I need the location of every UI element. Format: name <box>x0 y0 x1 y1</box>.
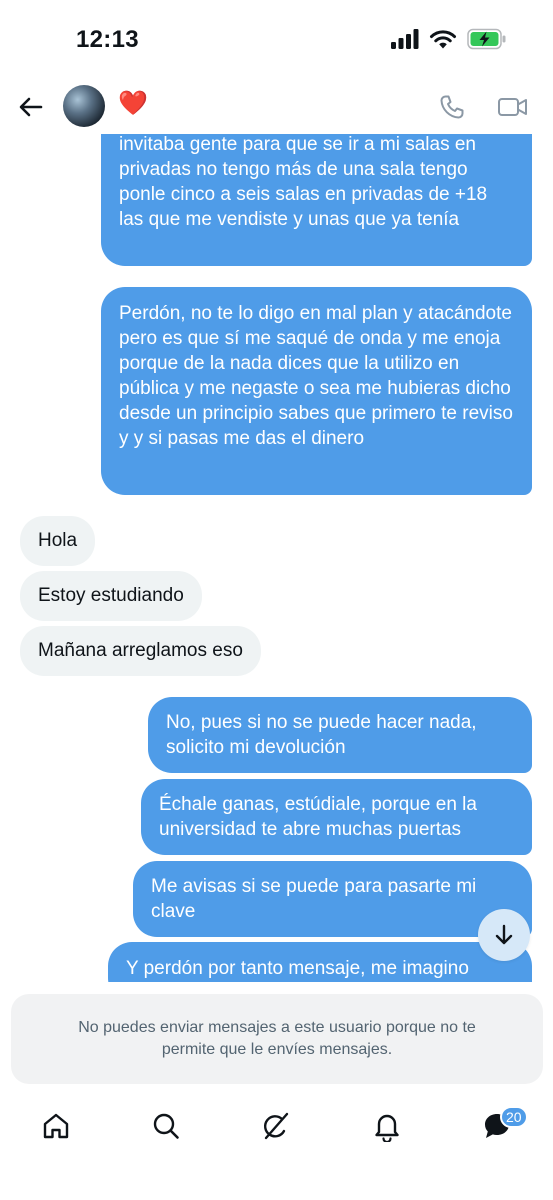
grok-icon <box>263 1112 289 1140</box>
notifications-icon <box>375 1114 399 1144</box>
cannot-message-notice: No puedes enviar mensajes a este usuario… <box>11 994 543 1084</box>
heart-emoji: ❤️ <box>118 90 148 117</box>
bottom-tab-bar: 20 <box>0 1100 553 1156</box>
home-icon <box>43 1113 69 1139</box>
battery-charging-icon <box>467 28 506 50</box>
back-arrow-icon <box>19 97 43 117</box>
phone-icon <box>440 95 464 119</box>
tab-notifications[interactable] <box>371 1110 403 1144</box>
chat-header: ❤️ <box>0 80 553 134</box>
search-icon <box>153 1113 179 1139</box>
message-bubble-outgoing[interactable]: Perdón, no te lo digo en mal plan y atac… <box>101 287 532 495</box>
wifi-icon <box>430 30 456 49</box>
tab-grok[interactable] <box>260 1110 292 1142</box>
message-bubble-incoming[interactable]: Estoy estudiando <box>20 571 202 621</box>
conversation[interactable]: invitaba gente para que se ir a mi salas… <box>0 134 553 982</box>
video-call-button[interactable] <box>497 92 529 122</box>
avatar[interactable] <box>63 85 105 127</box>
message-bubble-outgoing[interactable]: Me avisas si se puede para pasarte mi cl… <box>133 861 532 937</box>
video-camera-icon <box>498 98 527 116</box>
message-bubble-incoming[interactable]: Hola <box>20 516 96 566</box>
cellular-signal-icon <box>391 29 419 49</box>
message-bubble-incoming[interactable]: Mañana arreglamos eso <box>20 626 261 676</box>
back-button[interactable] <box>16 92 46 122</box>
message-bubble-outgoing[interactable]: Échale ganas, estúdiale, porque en la un… <box>141 779 532 855</box>
status-icons <box>391 28 507 50</box>
notice-text: No puedes enviar mensajes a este usuario… <box>78 1019 476 1058</box>
status-time: 12:13 <box>76 26 139 53</box>
message-bubble-outgoing[interactable]: Y perdón por tanto mensaje, me imagino <box>108 942 532 982</box>
message-bubble-outgoing[interactable]: invitaba gente para que se ir a mi salas… <box>101 134 532 266</box>
messages-unread-badge: 20 <box>500 1106 528 1128</box>
message-bubble-outgoing[interactable]: No, pues si no se puede hacer nada, soli… <box>148 697 532 773</box>
phone-button[interactable] <box>437 92 467 122</box>
tab-search[interactable] <box>150 1110 182 1142</box>
tab-home[interactable] <box>40 1110 72 1142</box>
home-indicator <box>0 1160 553 1200</box>
scroll-to-bottom-button[interactable] <box>478 909 530 961</box>
status-bar: 12:13 <box>0 0 553 80</box>
arrow-down-icon <box>495 924 513 945</box>
